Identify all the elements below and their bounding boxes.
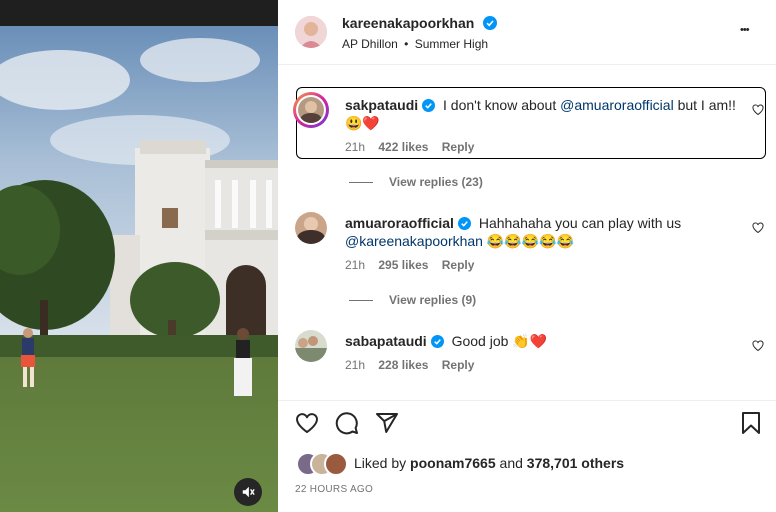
liked-by-user[interactable]: poonam7665	[410, 455, 496, 471]
comment-emojis: 😂😂😂😂😂	[486, 233, 575, 249]
liked-by-middle: and	[495, 455, 527, 471]
commenter-avatar[interactable]	[295, 212, 327, 244]
comment-like-icon[interactable]	[752, 222, 764, 234]
comment-likes[interactable]: 228 likes	[378, 358, 428, 372]
comment-mention[interactable]: @amuaroraofficial	[560, 97, 674, 113]
view-replies-line	[349, 300, 373, 302]
comment-text: Good job	[451, 333, 513, 349]
audio-artist[interactable]: AP Dhillon	[342, 37, 398, 51]
commenter-username[interactable]: amuaroraofficial	[345, 215, 454, 231]
view-replies-button[interactable]: View replies (23)	[349, 175, 483, 189]
audio-separator: •	[404, 37, 409, 51]
liker-avatar	[324, 452, 348, 476]
reply-button[interactable]: Reply	[442, 358, 475, 372]
author-avatar[interactable]	[295, 16, 327, 48]
bookmark-icon[interactable]	[741, 411, 761, 435]
reply-button[interactable]: Reply	[442, 258, 475, 272]
comment-mention[interactable]: @kareenakapoorkhan	[345, 233, 483, 249]
view-replies-label[interactable]: View replies (9)	[389, 293, 476, 307]
heart-icon[interactable]	[295, 411, 319, 435]
commenter-avatar[interactable]	[295, 330, 327, 362]
view-replies-line	[349, 182, 373, 184]
liked-by-others[interactable]: 378,701 others	[527, 455, 624, 471]
comment-emojis: 😃❤️	[345, 115, 380, 131]
post-header: kareenakapoorkhan AP Dhillon • Summer Hi…	[278, 0, 776, 65]
mute-button[interactable]	[234, 478, 262, 506]
commenter-avatar[interactable]	[293, 92, 329, 128]
commenter-username[interactable]: sakpataudi	[345, 97, 418, 113]
comment-time[interactable]: 21h	[345, 358, 365, 372]
audio-info[interactable]: AP Dhillon • Summer High	[342, 37, 488, 51]
post-panel: kareenakapoorkhan AP Dhillon • Summer Hi…	[278, 0, 776, 512]
comment-text: Hahhahaha you can play with us	[478, 215, 682, 231]
muted-speaker-icon	[242, 486, 255, 498]
comment-time[interactable]: 21h	[345, 258, 365, 272]
action-bar	[278, 400, 776, 447]
author-avatar-image	[295, 16, 327, 48]
comment-like-icon[interactable]	[752, 340, 764, 352]
verified-badge-icon	[482, 16, 497, 30]
reply-button[interactable]: Reply	[442, 140, 475, 154]
comment-likes[interactable]: 295 likes	[378, 258, 428, 272]
share-icon[interactable]	[375, 411, 399, 435]
verified-badge-icon	[457, 217, 471, 230]
comment-time[interactable]: 21h	[345, 140, 365, 154]
comment-icon[interactable]	[335, 411, 359, 435]
comment-emojis: 👏❤️	[512, 333, 548, 349]
comment-likes[interactable]: 422 likes	[378, 140, 428, 154]
post-timestamp[interactable]: 22 HOURS AGO	[295, 484, 373, 495]
comment-like-icon[interactable]	[752, 104, 764, 116]
view-replies-label[interactable]: View replies (23)	[389, 175, 483, 189]
view-replies-button[interactable]: View replies (9)	[349, 293, 476, 307]
video-frame	[0, 0, 278, 512]
post-video[interactable]	[0, 0, 278, 512]
verified-badge-icon	[422, 99, 436, 112]
comment-text: I don't know about	[443, 97, 561, 113]
commenter-username[interactable]: sabapataudi	[345, 333, 427, 349]
comment-text-end: but I am!!	[673, 97, 736, 113]
more-options-button[interactable]: •••	[740, 24, 750, 36]
liked-by-prefix: Liked by	[354, 455, 411, 471]
verified-badge-icon	[430, 335, 444, 348]
author-username[interactable]: kareenakapoorkhan	[342, 15, 474, 31]
audio-track[interactable]: Summer High	[415, 37, 488, 51]
